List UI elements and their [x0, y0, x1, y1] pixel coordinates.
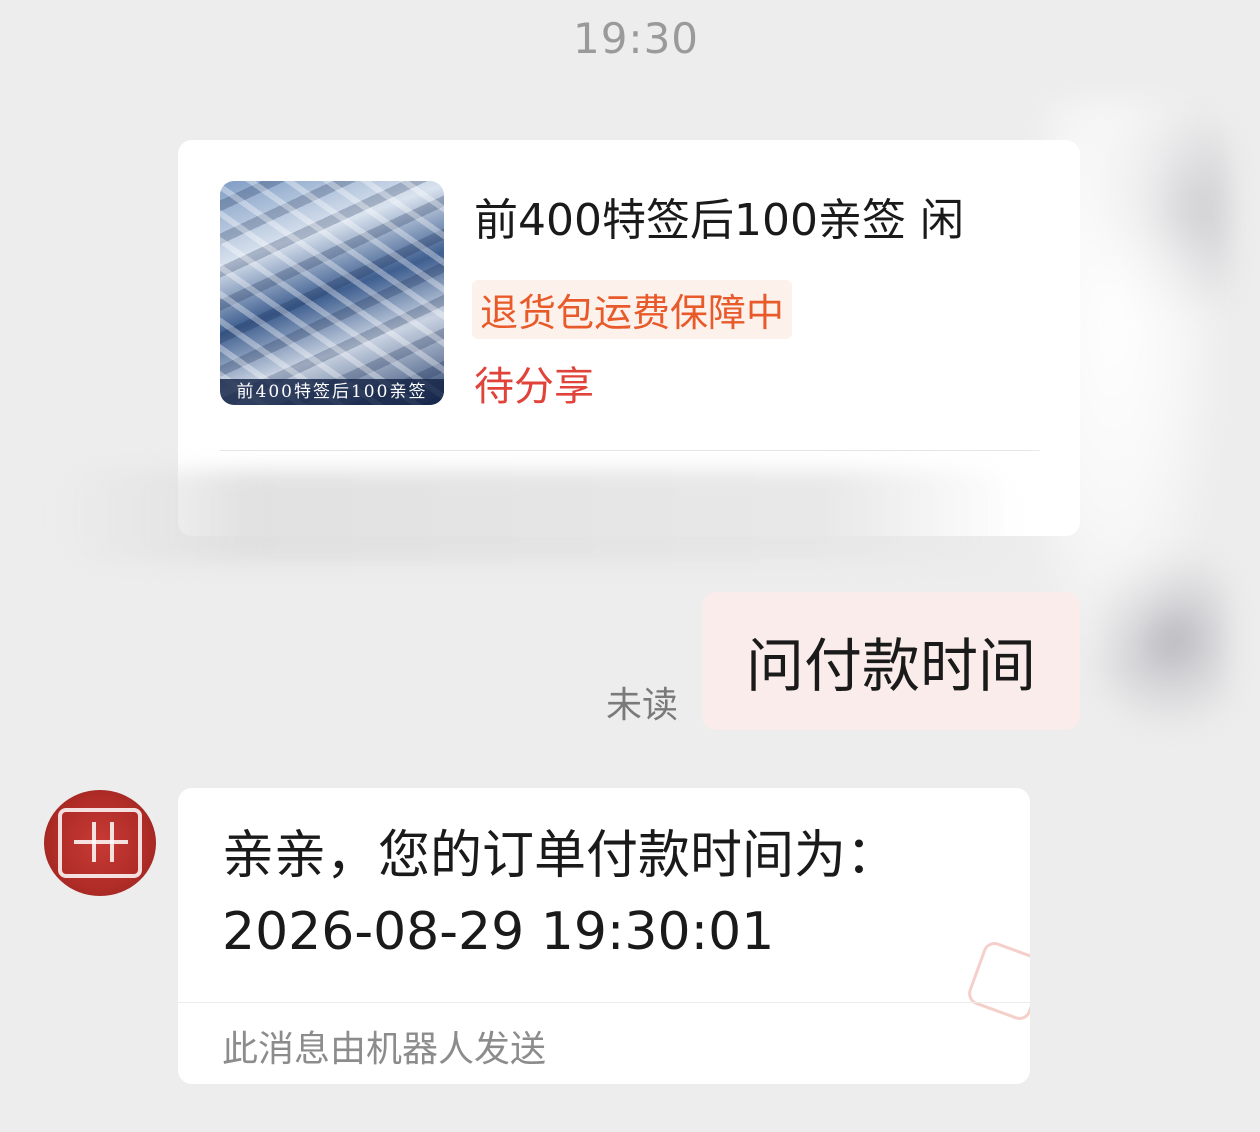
product-title: 前400特签后100亲签 闲	[474, 195, 964, 246]
outgoing-message-bubble[interactable]: 问付款时间	[702, 592, 1080, 730]
timestamp: 19:30	[572, 14, 700, 63]
outgoing-message-text: 问付款时间	[745, 632, 1036, 700]
redaction-overlay	[1042, 100, 1222, 660]
return-shipping-guarantee-tag: 退货包运费保障中	[472, 280, 793, 339]
product-thumbnail[interactable]: 前400特签后100亲签	[220, 181, 444, 405]
incoming-message-bubble[interactable]: 亲亲，您的订单付款时间为： 2026-08-29 19:30:01 此消息由机器…	[178, 788, 1030, 1084]
incoming-message-line1: 亲亲，您的订单付款时间为：	[222, 826, 899, 886]
read-status: 未读	[606, 685, 679, 726]
red-seal-avatar-icon[interactable]	[44, 790, 156, 896]
redacted-text-strip	[56, 470, 1022, 562]
bot-sent-note: 此消息由机器人发送	[222, 1029, 547, 1070]
card-divider	[220, 450, 1040, 451]
order-status: 待分享	[474, 364, 594, 410]
stamp-watermark-icon	[964, 938, 1030, 1024]
incoming-message-text: 亲亲，您的订单付款时间为： 2026-08-29 19:30:01	[222, 818, 898, 970]
thumbnail-caption: 前400特签后100亲签	[220, 379, 444, 405]
message-divider	[178, 1002, 1030, 1003]
incoming-message-line2: 2026-08-29 19:30:01	[222, 902, 775, 962]
